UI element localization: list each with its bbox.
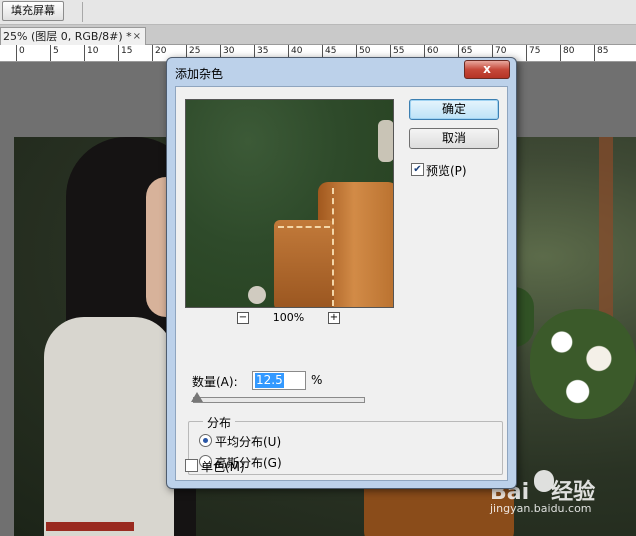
ruler-label: 50	[359, 46, 371, 56]
zoom-in-button[interactable]: +	[328, 312, 340, 324]
ruler-label: 70	[495, 46, 507, 56]
zoom-level: 100%	[272, 311, 305, 324]
preview-stitching	[332, 188, 336, 306]
amount-unit: %	[311, 373, 323, 387]
ruler-label: 10	[87, 46, 99, 56]
photo-woman-dress	[44, 317, 174, 536]
ruler-label: 30	[223, 46, 235, 56]
ruler-label: 85	[597, 46, 609, 56]
options-bar: 填充屏幕	[0, 0, 636, 25]
uniform-label[interactable]: 平均分布(U)	[215, 433, 281, 450]
ruler-tick	[152, 45, 153, 61]
preview-buckle	[378, 120, 393, 162]
photo-background-pole	[599, 137, 613, 317]
ruler-label: 40	[291, 46, 303, 56]
ruler-label: 55	[393, 46, 405, 56]
ruler-tick	[16, 45, 17, 61]
amount-slider[interactable]	[191, 392, 365, 403]
document-tab-title: 25% (图层 0, RGB/8#) *	[3, 30, 132, 43]
ruler-tick	[594, 45, 595, 61]
watermark-url: jingyan.baidu.com	[490, 502, 592, 515]
close-dialog-button[interactable]: x	[464, 60, 510, 79]
ruler-label: 5	[53, 46, 59, 56]
distribution-legend: 分布	[203, 414, 236, 431]
preview-checkbox-label[interactable]: 预览(P)	[426, 162, 467, 179]
monochrome-label[interactable]: 单色(M)	[201, 458, 245, 475]
dialog-body: 100% − + 确定 取消 ✔ 预览(P) 数量(A): 12.5 % 分布 …	[175, 86, 508, 481]
preview-checkbox[interactable]: ✔	[411, 163, 424, 176]
toolbar-separator	[82, 2, 83, 22]
document-tab[interactable]: 25% (图层 0, RGB/8#) * ×	[0, 27, 146, 45]
ok-button[interactable]: 确定	[409, 99, 499, 120]
ruler-label: 80	[563, 46, 575, 56]
ruler-label: 25	[189, 46, 201, 56]
ruler-label: 60	[427, 46, 439, 56]
paw-icon	[534, 470, 554, 492]
uniform-radio[interactable]	[199, 434, 212, 447]
fill-screen-button[interactable]: 填充屏幕	[2, 1, 64, 21]
photo-belt	[46, 522, 134, 531]
slider-thumb[interactable]	[191, 392, 203, 402]
preview-ring	[248, 286, 266, 304]
ruler-tick	[50, 45, 51, 61]
zoom-out-button[interactable]: −	[237, 312, 249, 324]
photo-flowers	[530, 309, 636, 419]
dialog-title: 添加杂色	[175, 67, 224, 81]
ruler-tick	[84, 45, 85, 61]
ruler-label: 75	[529, 46, 541, 56]
add-noise-dialog: 添加杂色 x 100% − + 确定 取消 ✔ 预览(P) 数量(A): 12.…	[166, 57, 517, 489]
ruler-label: 15	[121, 46, 133, 56]
ruler-tick	[118, 45, 119, 61]
preview-stitching-top	[278, 226, 330, 230]
preview-bag-flap	[274, 220, 334, 307]
filter-preview[interactable]	[185, 99, 394, 308]
ruler-label: 45	[325, 46, 337, 56]
document-tab-bar: 25% (图层 0, RGB/8#) * ×	[0, 25, 636, 45]
ruler-tick	[560, 45, 561, 61]
cancel-button[interactable]: 取消	[409, 128, 499, 149]
ruler-label: 0	[19, 46, 25, 56]
ruler-tick	[526, 45, 527, 61]
preview-zoom-controls: 100% − +	[185, 311, 392, 326]
close-tab-icon[interactable]: ×	[133, 28, 141, 45]
monochrome-checkbox[interactable]	[185, 459, 198, 472]
amount-label: 数量(A):	[192, 375, 238, 389]
ruler-label: 65	[461, 46, 473, 56]
amount-input[interactable]: 12.5	[252, 371, 306, 390]
ruler-label: 35	[257, 46, 269, 56]
amount-value: 12.5	[255, 373, 284, 388]
ruler-label: 20	[155, 46, 167, 56]
